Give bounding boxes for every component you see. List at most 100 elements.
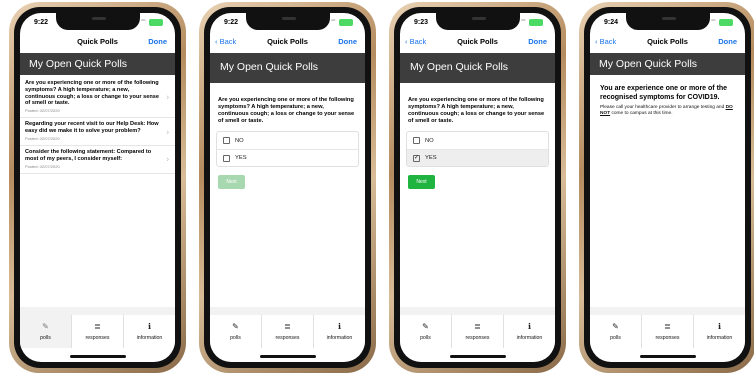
nav-bar: ‹ Back Quick Polls Done — [590, 35, 745, 51]
tab-label: information — [136, 335, 163, 341]
poll-question: Are you experiencing one or more of the … — [408, 97, 545, 125]
tab-information[interactable]: ℹ information — [314, 315, 365, 348]
poll-question: Consider the following statement: Compar… — [25, 148, 152, 162]
home-indicator[interactable] — [449, 355, 506, 358]
poll-list-item[interactable]: Regarding your recent visit to our Help … — [20, 118, 175, 146]
notch — [625, 13, 710, 30]
poll-date: Posted: 02/07/2020 — [25, 108, 60, 114]
tab-responses[interactable]: ≣ responses — [262, 315, 314, 348]
notch — [55, 13, 140, 30]
next-button[interactable]: Next — [218, 175, 245, 189]
tab-label: information — [706, 335, 733, 341]
checkbox-icon[interactable] — [223, 137, 230, 144]
tab-information[interactable]: ℹ information — [694, 315, 745, 348]
nav-bar: Quick Polls Done — [20, 35, 175, 51]
tab-information[interactable]: ℹ information — [124, 315, 175, 348]
poll-list: Are you experiencing one or more of the … — [20, 77, 175, 174]
signal-icon: ···· — [331, 18, 336, 24]
notch — [245, 13, 330, 30]
phone-1: 9:22 ···· Quick Polls Done My Open Quick… — [9, 2, 186, 373]
signal-icon: ···· — [711, 18, 716, 24]
option-yes[interactable]: ✓ YES — [407, 149, 548, 166]
poll-list-item[interactable]: Are you experiencing one or more of the … — [20, 77, 175, 119]
tab-label: polls — [610, 335, 621, 341]
tab-label: responses — [85, 335, 110, 341]
option-label: NO — [425, 137, 434, 144]
info-icon: ℹ — [337, 322, 342, 331]
tab-responses[interactable]: ≣ responses — [72, 315, 124, 348]
option-label: YES — [425, 155, 437, 161]
section-header: My Open Quick Polls — [590, 53, 745, 75]
screen-poll-answered: 9:23 ···· ‹ Back Quick Polls Done My Ope… — [400, 13, 555, 362]
signal-icon: ···· — [141, 18, 146, 24]
battery-icon — [529, 19, 543, 26]
tab-bar: ✎ polls ≣ responses ℹ information — [400, 307, 555, 348]
home-indicator[interactable] — [69, 355, 126, 358]
chevron-right-icon: › — [166, 154, 169, 164]
status-time: 9:22 — [224, 19, 239, 26]
done-button[interactable]: Done — [718, 37, 737, 46]
option-no[interactable]: NO — [407, 132, 548, 149]
answer-options: NO ✓ YES — [406, 131, 549, 167]
edit-icon: ✎ — [422, 322, 429, 331]
battery-icon — [719, 19, 733, 26]
tab-bar: ✎ polls ≣ responses ℹ information — [210, 307, 365, 348]
result-title: You are experience one or more of the re… — [600, 85, 728, 101]
tab-label: responses — [465, 335, 490, 341]
status-time: 9:24 — [604, 19, 619, 26]
poll-question: Regarding your recent visit to our Help … — [25, 121, 159, 135]
tab-label: responses — [655, 335, 680, 341]
option-no[interactable]: NO — [217, 132, 358, 149]
tab-bar: ✎ polls ≣ responses ℹ information — [20, 307, 175, 348]
list-icon: ≣ — [94, 322, 101, 331]
section-header: My Open Quick Polls — [210, 53, 365, 83]
info-icon: ℹ — [527, 322, 532, 331]
phone-4: 9:24 ···· ‹ Back Quick Polls Done My Ope… — [579, 2, 754, 373]
option-yes[interactable]: YES — [217, 149, 358, 166]
nav-bar: ‹ Back Quick Polls Done — [400, 35, 555, 51]
info-icon: ℹ — [717, 322, 722, 331]
tab-bar: ✎ polls ≣ responses ℹ information — [590, 307, 745, 348]
list-icon: ≣ — [664, 322, 671, 331]
stage: 9:22 ···· Quick Polls Done My Open Quick… — [0, 0, 754, 375]
tab-polls[interactable]: ✎ polls — [210, 315, 262, 348]
poll-date: Posted: 02/07/2020 — [25, 163, 60, 169]
notch — [435, 13, 520, 30]
battery-icon — [149, 19, 163, 26]
tab-label: responses — [275, 335, 300, 341]
checkbox-checked-icon[interactable]: ✓ — [413, 154, 420, 162]
status-time: 9:22 — [34, 19, 49, 26]
phone-3: 9:23 ···· ‹ Back Quick Polls Done My Ope… — [389, 2, 566, 373]
done-button[interactable]: Done — [148, 37, 167, 46]
phone-2: 9:22 ···· ‹ Back Quick Polls Done My Ope… — [199, 2, 376, 373]
edit-icon: ✎ — [42, 322, 49, 331]
tab-label: polls — [40, 335, 51, 341]
done-button[interactable]: Done — [528, 37, 547, 46]
answer-options: NO YES — [216, 131, 359, 167]
screen-poll-list: 9:22 ···· Quick Polls Done My Open Quick… — [20, 13, 175, 362]
poll-date: Posted: 02/07/2020 — [25, 135, 60, 141]
poll-list-item[interactable]: Consider the following statement: Compar… — [20, 146, 175, 174]
tab-polls[interactable]: ✎ polls — [400, 315, 452, 348]
section-header: My Open Quick Polls — [20, 53, 175, 75]
tab-responses[interactable]: ≣ responses — [642, 315, 694, 348]
list-icon: ≣ — [474, 322, 481, 331]
home-indicator[interactable] — [259, 355, 316, 358]
tab-label: polls — [420, 335, 431, 341]
signal-icon: ···· — [521, 18, 526, 24]
tab-polls[interactable]: ✎ polls — [590, 315, 642, 348]
nav-bar: ‹ Back Quick Polls Done — [210, 35, 365, 51]
next-button[interactable]: Next — [408, 175, 435, 189]
checkbox-icon[interactable] — [223, 154, 230, 162]
list-icon: ≣ — [284, 322, 291, 331]
poll-question: Are you experiencing one or more of the … — [25, 80, 159, 107]
result-message: Please call your healthcare provider to … — [600, 105, 733, 117]
tab-polls[interactable]: ✎ polls — [20, 315, 72, 348]
home-indicator[interactable] — [639, 355, 696, 358]
battery-icon — [339, 19, 353, 26]
checkbox-icon[interactable] — [413, 137, 420, 144]
tab-label: information — [326, 335, 353, 341]
tab-information[interactable]: ℹ information — [504, 315, 555, 348]
tab-responses[interactable]: ≣ responses — [452, 315, 504, 348]
done-button[interactable]: Done — [338, 37, 357, 46]
